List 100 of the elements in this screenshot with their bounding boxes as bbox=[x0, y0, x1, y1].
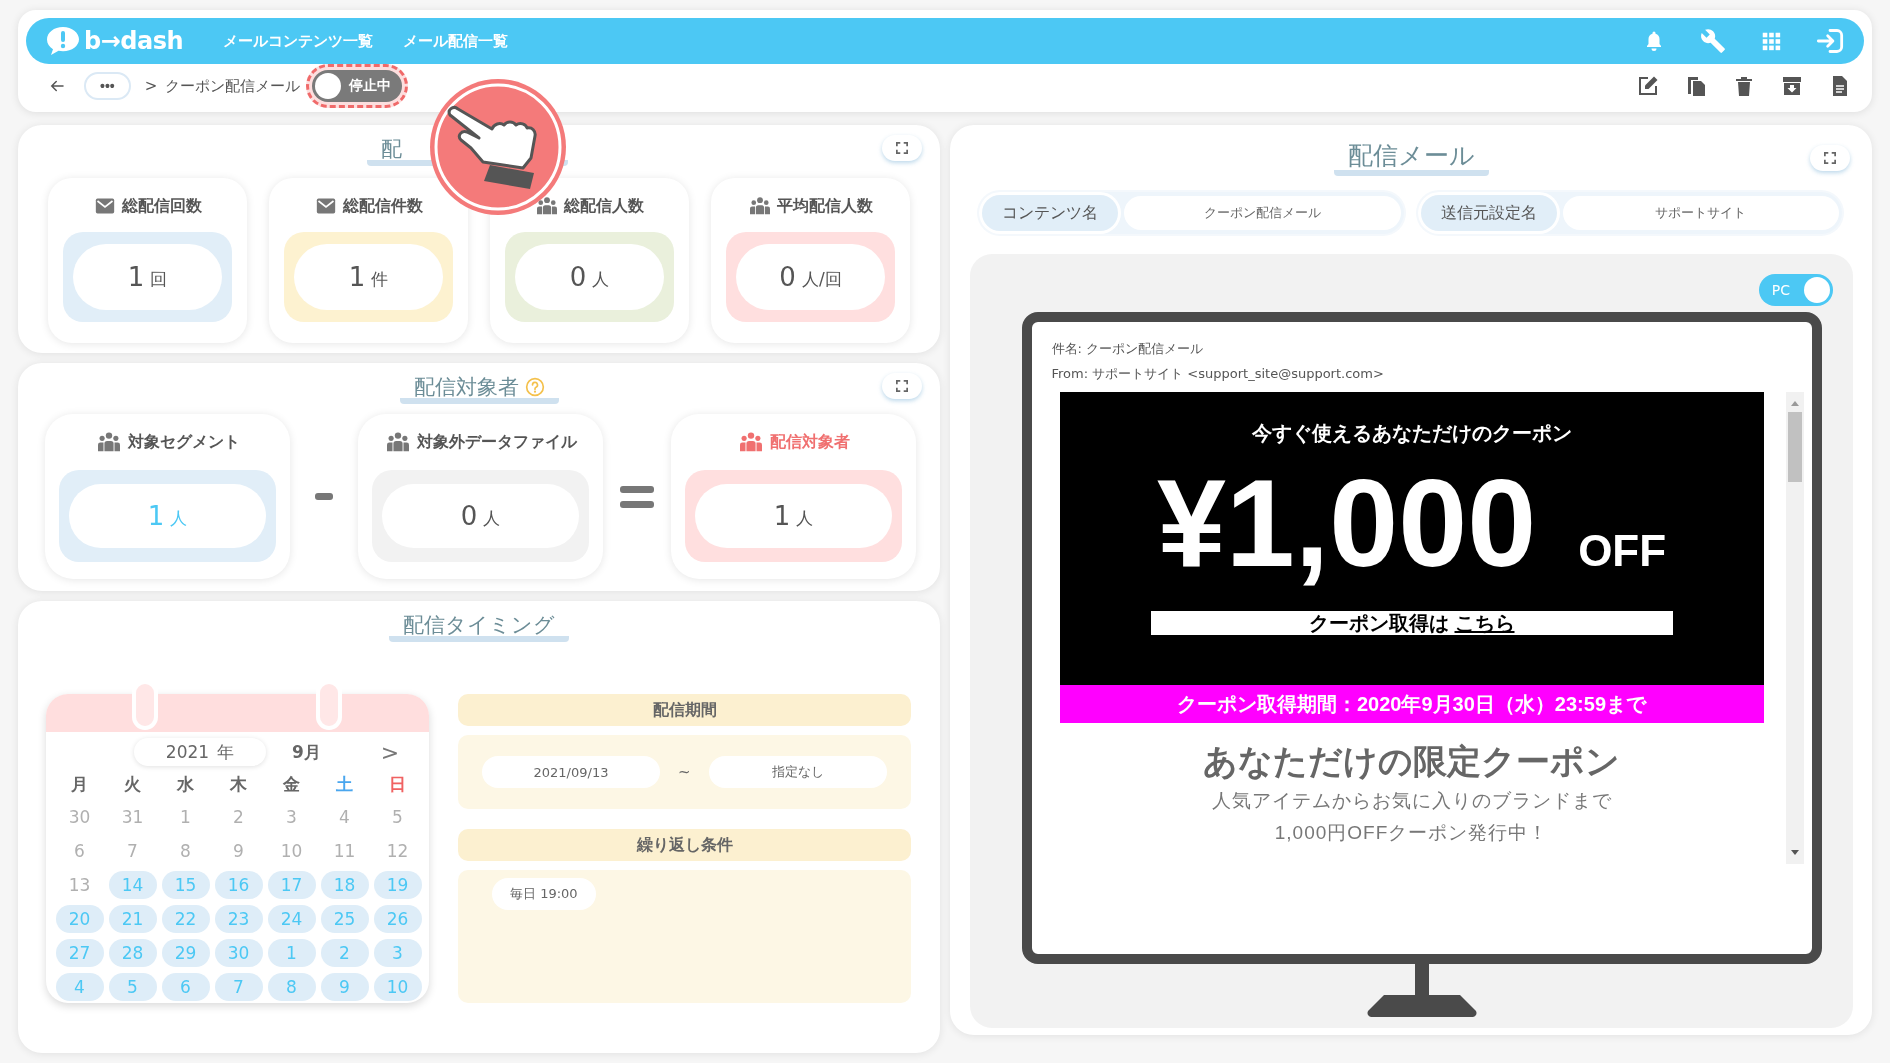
calendar-day[interactable]: 24 bbox=[267, 905, 316, 933]
logo-text: b→dash bbox=[84, 27, 184, 55]
next-month-button[interactable]: > bbox=[376, 739, 404, 765]
calendar-day[interactable]: 28 bbox=[108, 939, 157, 967]
calendar-day[interactable]: 30 bbox=[214, 939, 263, 967]
stat-unit: 件 bbox=[371, 267, 389, 291]
calendar-day[interactable]: 9 bbox=[214, 837, 263, 865]
envelope-icon bbox=[93, 196, 116, 216]
stat-label: 総配信回数 bbox=[121, 195, 202, 217]
coupon-link[interactable]: こちら bbox=[1454, 609, 1515, 637]
calendar-day[interactable]: 11 bbox=[320, 837, 369, 865]
stat-value: 0 bbox=[569, 262, 587, 292]
calendar-day[interactable]: 2 bbox=[214, 803, 263, 831]
calendar-day[interactable]: 10 bbox=[267, 837, 316, 865]
weekday-label: 土 bbox=[335, 772, 354, 796]
audience-value: 1 bbox=[773, 501, 791, 531]
section-title: 配信メール bbox=[1347, 140, 1475, 172]
start-date-field[interactable]: 2021/09/13 bbox=[482, 756, 660, 788]
calendar-day[interactable]: 8 bbox=[267, 973, 316, 1001]
audience-label: 対象セグメント bbox=[127, 431, 240, 453]
audience-unit: 人 bbox=[483, 506, 501, 530]
nav-link[interactable]: メールコンテンツ一覧 bbox=[223, 31, 374, 51]
calendar-day[interactable]: 30 bbox=[55, 803, 104, 831]
calendar-day[interactable]: 6 bbox=[161, 973, 210, 1001]
email-text: 1,000円OFFクーポン発行中！ bbox=[1274, 821, 1549, 845]
calendar-day[interactable]: 15 bbox=[161, 871, 210, 899]
stat-value: 1 bbox=[348, 262, 366, 292]
calendar-day[interactable]: 23 bbox=[214, 905, 263, 933]
calendar-day[interactable]: 3 bbox=[267, 803, 316, 831]
month-label: 9月 bbox=[292, 740, 321, 764]
calendar-day[interactable]: 5 bbox=[373, 803, 422, 831]
field-value: クーポン配信メール bbox=[1124, 196, 1401, 230]
banner-title: 今すぐ使えるあなただけのクーポン bbox=[1251, 421, 1572, 446]
calendar-day[interactable]: 19 bbox=[373, 871, 422, 899]
archive-box-icon[interactable] bbox=[1780, 74, 1804, 98]
calendar-day[interactable]: 6 bbox=[55, 837, 104, 865]
calendar-day[interactable]: 9 bbox=[320, 973, 369, 1001]
repeat-rule: 毎日 19:00 bbox=[492, 878, 596, 910]
calendar-day[interactable]: 26 bbox=[373, 905, 422, 933]
calendar-day[interactable]: 21 bbox=[108, 905, 157, 933]
stat-unit: 人/回 bbox=[801, 267, 842, 291]
calendar-day[interactable]: 25 bbox=[320, 905, 369, 933]
equals-sign-icon bbox=[620, 485, 654, 508]
calendar-day[interactable]: 8 bbox=[161, 837, 210, 865]
audience-unit: 人 bbox=[796, 506, 814, 530]
section-title: 配信対象者 bbox=[413, 374, 519, 401]
field-value: サポートサイト bbox=[1562, 196, 1839, 230]
expand-button[interactable] bbox=[1810, 145, 1850, 171]
calendar-day[interactable]: 31 bbox=[108, 803, 157, 831]
email-subject: 件名: クーポン配信メール bbox=[1051, 340, 1204, 358]
scrollbar[interactable] bbox=[1785, 392, 1804, 864]
audience-unit: 人 bbox=[170, 506, 188, 530]
more-button[interactable]: ••• bbox=[84, 72, 131, 100]
calendar-day[interactable]: 27 bbox=[55, 939, 104, 967]
calendar-day[interactable]: 7 bbox=[214, 973, 263, 1001]
calendar-day[interactable]: 17 bbox=[267, 871, 316, 899]
calendar-day[interactable]: 10 bbox=[373, 973, 422, 1001]
nav-link[interactable]: メール配信一覧 bbox=[403, 31, 509, 51]
range-separator: ~ bbox=[678, 763, 691, 781]
calendar-day[interactable]: 4 bbox=[55, 973, 104, 1001]
calendar-day[interactable]: 2 bbox=[320, 939, 369, 967]
calendar-day[interactable]: 5 bbox=[108, 973, 157, 1001]
people-icon bbox=[384, 431, 411, 453]
expand-button[interactable] bbox=[882, 373, 922, 399]
year-selector[interactable]: 2021 年 bbox=[134, 738, 266, 766]
calendar-day[interactable]: 1 bbox=[161, 803, 210, 831]
stat-label: 平均配信人数 bbox=[776, 195, 873, 217]
calendar-day[interactable]: 29 bbox=[161, 939, 210, 967]
section-title: 配 bbox=[380, 136, 402, 163]
calendar-day[interactable]: 1 bbox=[267, 939, 316, 967]
calendar-day[interactable]: 14 bbox=[108, 871, 157, 899]
audience-value: 0 bbox=[460, 501, 478, 531]
expand-button[interactable] bbox=[882, 135, 922, 161]
people-icon bbox=[95, 431, 122, 453]
calendar-day[interactable]: 16 bbox=[214, 871, 263, 899]
calendar-day[interactable]: 7 bbox=[108, 837, 157, 865]
end-date-field[interactable]: 指定なし bbox=[708, 756, 887, 788]
weekday-label: 日 bbox=[388, 772, 407, 796]
audience-label: 配信対象者 bbox=[769, 431, 850, 453]
repeat-header: 繰り返し条件 bbox=[458, 829, 911, 861]
calendar-day[interactable]: 12 bbox=[373, 837, 422, 865]
calendar-day[interactable]: 22 bbox=[161, 905, 210, 933]
device-toggle[interactable]: PC bbox=[1758, 274, 1833, 306]
audience-label: 対象外データファイル bbox=[416, 431, 577, 453]
period-header: 配信期間 bbox=[458, 694, 911, 726]
calendar-day[interactable]: 20 bbox=[55, 905, 104, 933]
edit-icon[interactable] bbox=[1636, 74, 1660, 98]
weekday-label: 月 bbox=[70, 772, 89, 796]
email-headline: あなただけの限定クーポン bbox=[1203, 741, 1620, 782]
weekday-label: 水 bbox=[176, 772, 195, 796]
calendar-day[interactable]: 13 bbox=[55, 871, 104, 899]
cta-text: クーポン取得は bbox=[1308, 610, 1449, 636]
stat-unit: 人 bbox=[592, 267, 610, 291]
coupon-period-bar: クーポン取得期間：2020年9月30日（水）23:59まで bbox=[1059, 685, 1764, 723]
audience-value: 1 bbox=[147, 501, 165, 531]
weekday-label: 木 bbox=[229, 772, 248, 796]
calendar-day[interactable]: 18 bbox=[320, 871, 369, 899]
calendar-day[interactable]: 4 bbox=[320, 803, 369, 831]
calendar-day[interactable]: 3 bbox=[373, 939, 422, 967]
status-toggle[interactable]: 停止中 bbox=[312, 70, 403, 102]
